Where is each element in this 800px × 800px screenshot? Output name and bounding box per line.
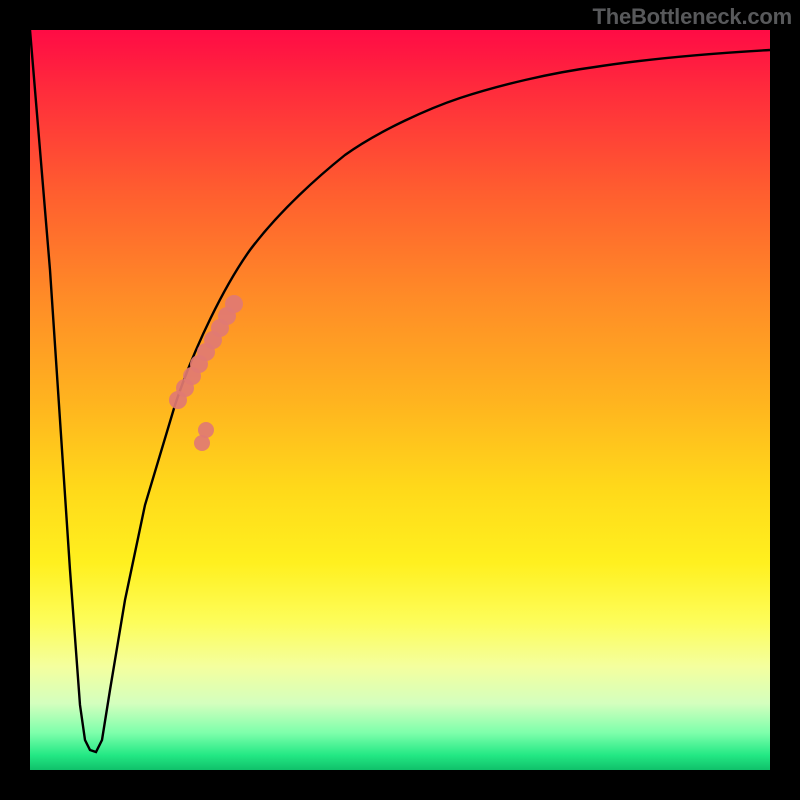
bottleneck-curve <box>30 30 770 752</box>
highlight-markers <box>169 295 243 451</box>
curve-svg <box>30 30 770 770</box>
plot-area <box>30 30 770 770</box>
chart-frame: TheBottleneck.com <box>0 0 800 800</box>
watermark-text: TheBottleneck.com <box>592 4 792 30</box>
